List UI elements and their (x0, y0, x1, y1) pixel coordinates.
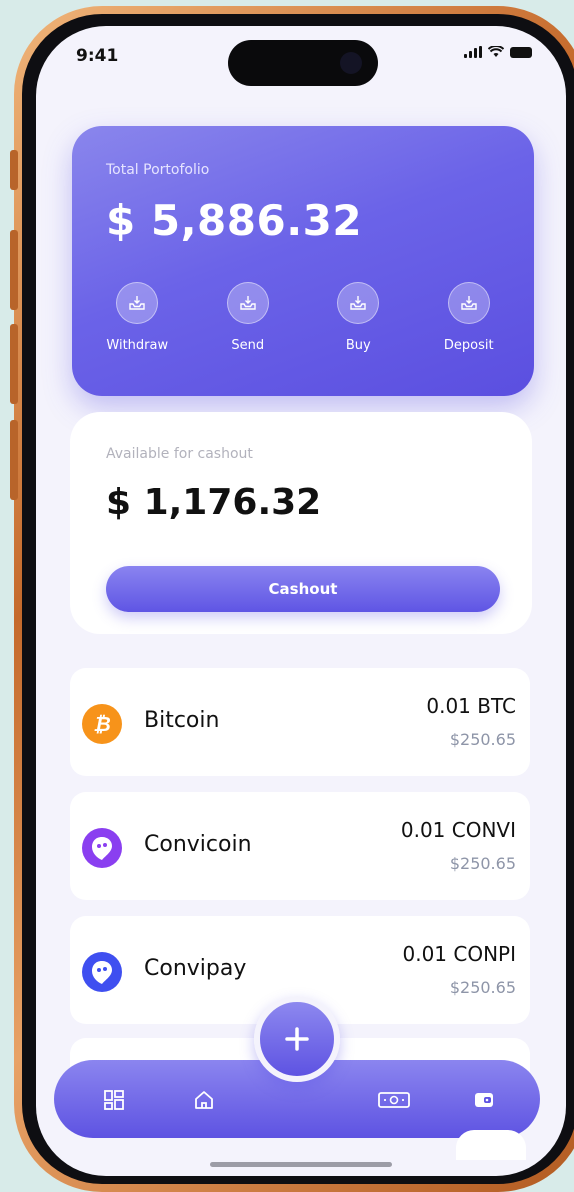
portfolio-card: Total Portofolio $ 5,886.32 Withdraw Sen… (72, 126, 534, 396)
convicoin-icon (82, 828, 122, 868)
cashout-button[interactable]: Cashout (106, 566, 500, 612)
withdraw-button[interactable]: Withdraw (87, 282, 187, 353)
app-screen: 9:41 Total Portofolio $ 5,886.32 Withdra… (36, 26, 566, 1176)
send-label: Send (231, 338, 265, 353)
grid-icon[interactable] (100, 1086, 128, 1114)
inbox-tray-icon (337, 282, 380, 324)
coin-quantity: 0.01 CONVI (400, 818, 516, 842)
coin-value: $250.65 (449, 978, 516, 997)
plus-icon (285, 1027, 309, 1051)
signal-icon (464, 46, 482, 58)
phone-button (10, 230, 18, 310)
cashout-amount: $ 1,176.32 (106, 482, 322, 523)
cash-icon[interactable] (374, 1086, 414, 1114)
coin-quantity: 0.01 CONPI (402, 942, 516, 966)
wallet-icon[interactable] (470, 1086, 498, 1114)
deposit-label: Deposit (443, 338, 494, 353)
battery-icon (510, 47, 532, 58)
phone-button (10, 150, 18, 190)
status-icons (464, 46, 532, 58)
bitcoin-icon: ₿ (82, 704, 122, 744)
inbox-tray-icon (116, 282, 159, 324)
status-time: 9:41 (76, 46, 119, 66)
portfolio-amount: $ 5,886.32 (106, 196, 363, 245)
add-button[interactable] (254, 996, 340, 1082)
buy-label: Buy (345, 338, 371, 353)
coin-quantity: 0.01 BTC (426, 694, 516, 718)
withdraw-label: Withdraw (106, 338, 169, 353)
portfolio-actions: Withdraw Send Buy Deposit (72, 282, 534, 353)
coin-row-bitcoin[interactable]: ₿ Bitcoin 0.01 BTC $250.65 (70, 668, 530, 776)
cashout-label: Available for cashout (106, 446, 253, 462)
coin-value: $250.65 (449, 730, 516, 749)
home-icon[interactable] (190, 1086, 218, 1114)
coin-value: $250.65 (449, 854, 516, 873)
coin-row-convicoin[interactable]: Convicoin 0.01 CONVI $250.65 (70, 792, 530, 900)
coin-name: Convicoin (144, 832, 252, 857)
coin-name: Bitcoin (144, 708, 220, 733)
camera-icon (340, 52, 362, 74)
phone-button (10, 324, 18, 404)
cashout-card: Available for cashout $ 1,176.32 Cashout (70, 412, 532, 634)
convipay-icon (82, 952, 122, 992)
decorative-shape (456, 1130, 526, 1160)
buy-button[interactable]: Buy (308, 282, 408, 353)
deposit-button[interactable]: Deposit (419, 282, 519, 353)
inbox-tray-icon (447, 282, 490, 324)
portfolio-label: Total Portofolio (106, 162, 210, 178)
wifi-icon (488, 46, 504, 57)
send-button[interactable]: Send (198, 282, 298, 353)
phone-button (10, 420, 18, 500)
inbox-tray-icon (226, 282, 269, 324)
coin-name: Convipay (144, 956, 247, 981)
home-indicator[interactable] (210, 1162, 392, 1167)
